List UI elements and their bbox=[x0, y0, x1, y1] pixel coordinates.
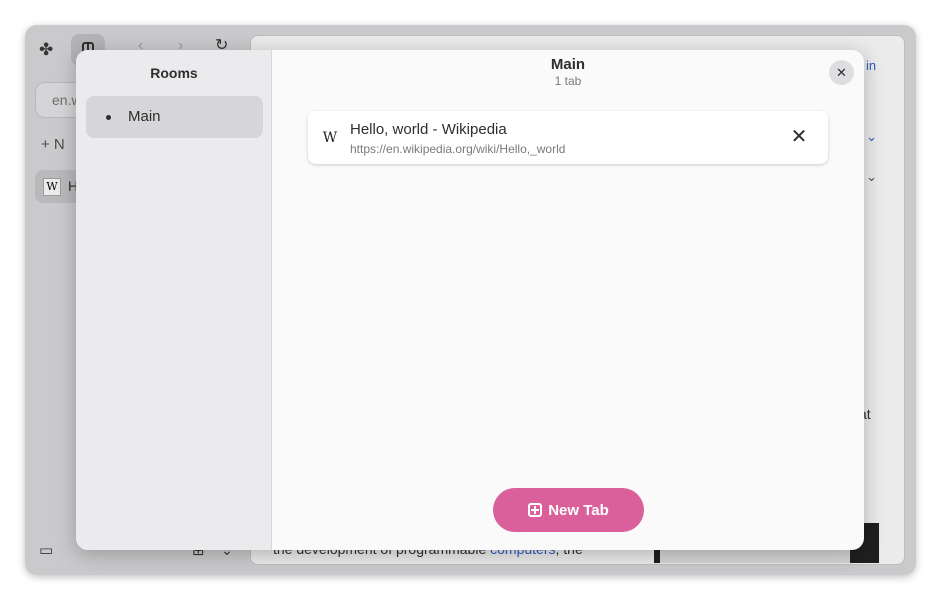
tab-url: https://en.wikipedia.org/wiki/Hello,_wor… bbox=[350, 142, 566, 156]
room-item-main[interactable]: Main bbox=[86, 96, 263, 138]
room-title: Main bbox=[550, 56, 586, 73]
room-item-label: Main bbox=[128, 108, 161, 125]
room-tabs-panel: Main 1 tab ✕ W Hello, world - Wikipedia … bbox=[272, 50, 864, 550]
selected-dot-icon bbox=[106, 115, 111, 120]
close-dialog-button[interactable]: ✕ bbox=[829, 60, 854, 85]
tab-card[interactable]: W Hello, world - Wikipedia https://en.wi… bbox=[308, 111, 828, 164]
rooms-sidebar: Rooms Main bbox=[76, 50, 272, 550]
close-icon: ✕ bbox=[836, 65, 847, 80]
rooms-dialog: Rooms Main Main 1 tab ✕ W Hello, world -… bbox=[76, 50, 864, 550]
rooms-title: Rooms bbox=[150, 65, 198, 81]
room-tab-count: 1 tab bbox=[554, 74, 582, 88]
new-tab-label: New Tab bbox=[548, 501, 609, 519]
tab-title: Hello, world - Wikipedia bbox=[350, 121, 507, 138]
new-tab-button[interactable]: New Tab bbox=[493, 488, 644, 532]
wikipedia-icon: W bbox=[322, 130, 338, 146]
close-tab-button[interactable]: ✕ bbox=[788, 126, 810, 148]
add-tab-icon bbox=[528, 503, 543, 517]
